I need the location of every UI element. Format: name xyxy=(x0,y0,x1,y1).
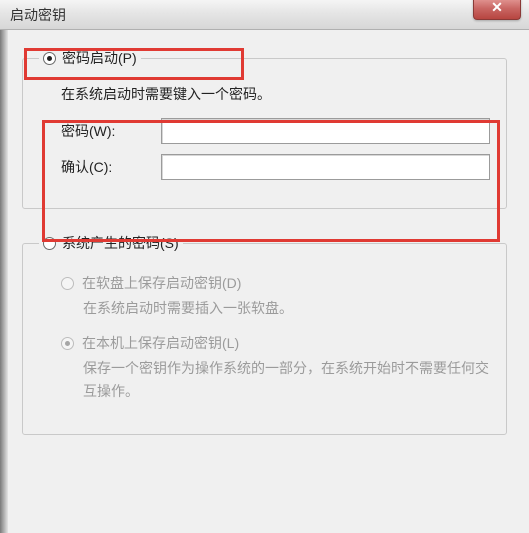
radio-password-startup[interactable] xyxy=(43,52,56,65)
group-password-startup: 密码启动(P) 在系统启动时需要键入一个密码。 密码(W): 确认(C): xyxy=(22,48,507,209)
dialog-window: 启动密钥 ✕ 密码启动(P) 在系统启动时需要键入一个密码。 密码(W): 确认… xyxy=(0,0,529,533)
window-title: 启动密钥 xyxy=(10,5,66,25)
label-local: 在本机上保存启动密钥(L) xyxy=(82,333,239,353)
password-startup-hint: 在系统启动时需要键入一个密码。 xyxy=(61,84,490,104)
titlebar: 启动密钥 ✕ xyxy=(0,0,529,30)
legend-system-generated-label: 系统产生的密码(S) xyxy=(62,233,179,253)
group-system-generated: 系统产生的密码(S) 在软盘上保存启动密钥(D) 在系统启动时需要插入一张软盘。… xyxy=(22,233,507,435)
legend-password-startup-label: 密码启动(P) xyxy=(62,48,137,68)
legend-system-generated[interactable]: 系统产生的密码(S) xyxy=(39,233,183,253)
input-password[interactable] xyxy=(161,118,490,144)
label-confirm: 确认(C): xyxy=(61,157,161,177)
radio-system-generated[interactable] xyxy=(43,237,56,250)
legend-password-startup[interactable]: 密码启动(P) xyxy=(39,48,141,68)
close-button[interactable]: ✕ xyxy=(473,0,521,20)
close-icon: ✕ xyxy=(491,0,503,15)
row-password: 密码(W): xyxy=(61,118,490,144)
label-floppy: 在软盘上保存启动密钥(D) xyxy=(82,273,241,293)
radio-floppy xyxy=(61,277,74,290)
row-confirm: 确认(C): xyxy=(61,154,490,180)
hint-local: 保存一个密钥作为操作系统的一部分，在系统开始时不需要任何交互操作。 xyxy=(83,357,490,402)
option-floppy: 在软盘上保存启动密钥(D) xyxy=(61,273,490,293)
option-local: 在本机上保存启动密钥(L) xyxy=(61,333,490,353)
label-password: 密码(W): xyxy=(61,121,161,141)
input-confirm[interactable] xyxy=(161,154,490,180)
hint-floppy: 在系统启动时需要插入一张软盘。 xyxy=(83,297,490,319)
dialog-content: 密码启动(P) 在系统启动时需要键入一个密码。 密码(W): 确认(C): 系统… xyxy=(0,30,529,533)
radio-local xyxy=(61,337,74,350)
